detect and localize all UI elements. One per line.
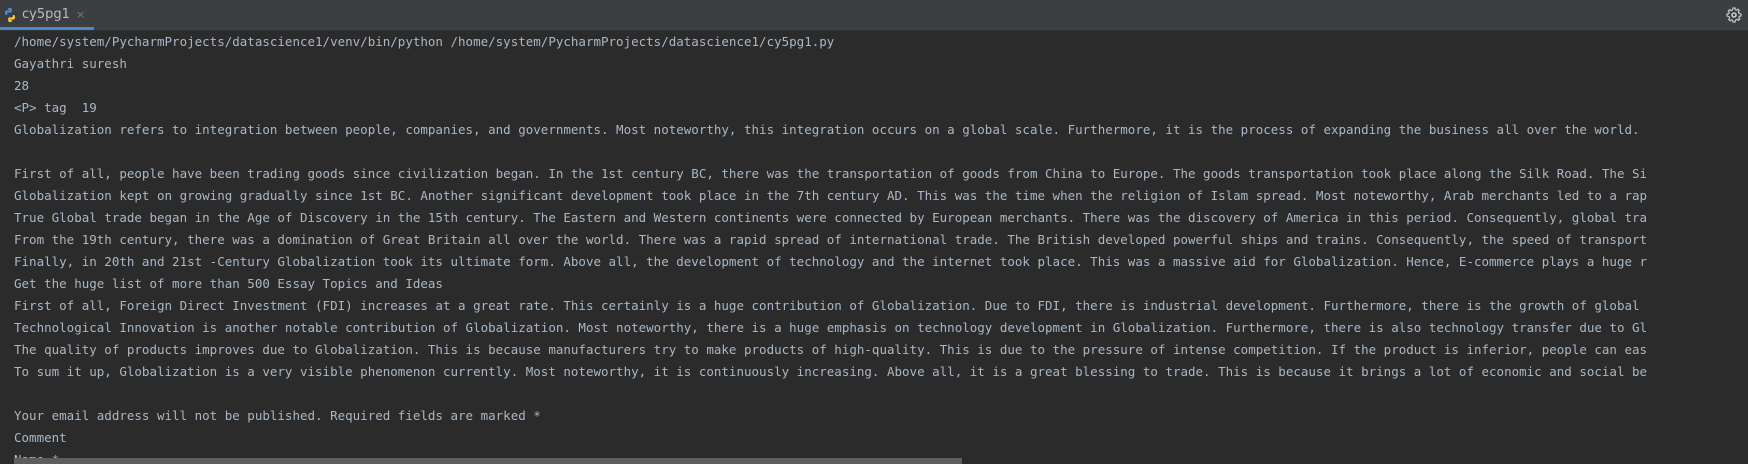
run-tab-cy5pg1[interactable]: cy5pg1 × xyxy=(0,0,94,30)
console-output[interactable]: /home/system/PycharmProjects/datascience… xyxy=(0,31,1748,464)
console-line: Globalization refers to integration betw… xyxy=(14,122,1640,137)
gear-icon[interactable] xyxy=(1726,7,1742,23)
console-line: Technological Innovation is another nota… xyxy=(14,320,1648,335)
tab-label: cy5pg1 xyxy=(22,7,70,22)
python-icon xyxy=(5,8,15,22)
run-tab-bar: cy5pg1 × xyxy=(0,0,1748,31)
console-line: Comment xyxy=(14,430,67,445)
console-line: First of all, Foreign Direct Investment … xyxy=(14,298,1640,313)
console-line: From the 19th century, there was a domin… xyxy=(14,232,1648,247)
console-line: 28 xyxy=(14,78,30,93)
horizontal-scrollbar[interactable] xyxy=(14,458,962,464)
active-tab-indicator xyxy=(0,27,94,30)
run-tool-window: cy5pg1 × /home/system/PycharmProjects/da… xyxy=(0,0,1748,464)
console-line: Get the huge list of more than 500 Essay… xyxy=(14,276,443,291)
console-line: Finally, in 20th and 21st -Century Globa… xyxy=(14,254,1648,269)
console-line: True Global trade began in the Age of Di… xyxy=(14,210,1648,225)
console-line: To sum it up, Globalization is a very vi… xyxy=(14,364,1648,379)
console-line: Globalization kept on growing gradually … xyxy=(14,188,1648,203)
console-line: Gayathri suresh xyxy=(14,56,127,71)
console-line: <P> tag 19 xyxy=(14,100,97,115)
close-tab-icon[interactable]: × xyxy=(76,7,85,23)
console-lines: /home/system/PycharmProjects/datascience… xyxy=(14,31,1647,464)
console-line: /home/system/PycharmProjects/datascience… xyxy=(14,34,835,49)
console-line: The quality of products improves due to … xyxy=(14,342,1648,357)
console-line: First of all, people have been trading g… xyxy=(14,166,1648,181)
console-line: Your email address will not be published… xyxy=(14,408,541,423)
